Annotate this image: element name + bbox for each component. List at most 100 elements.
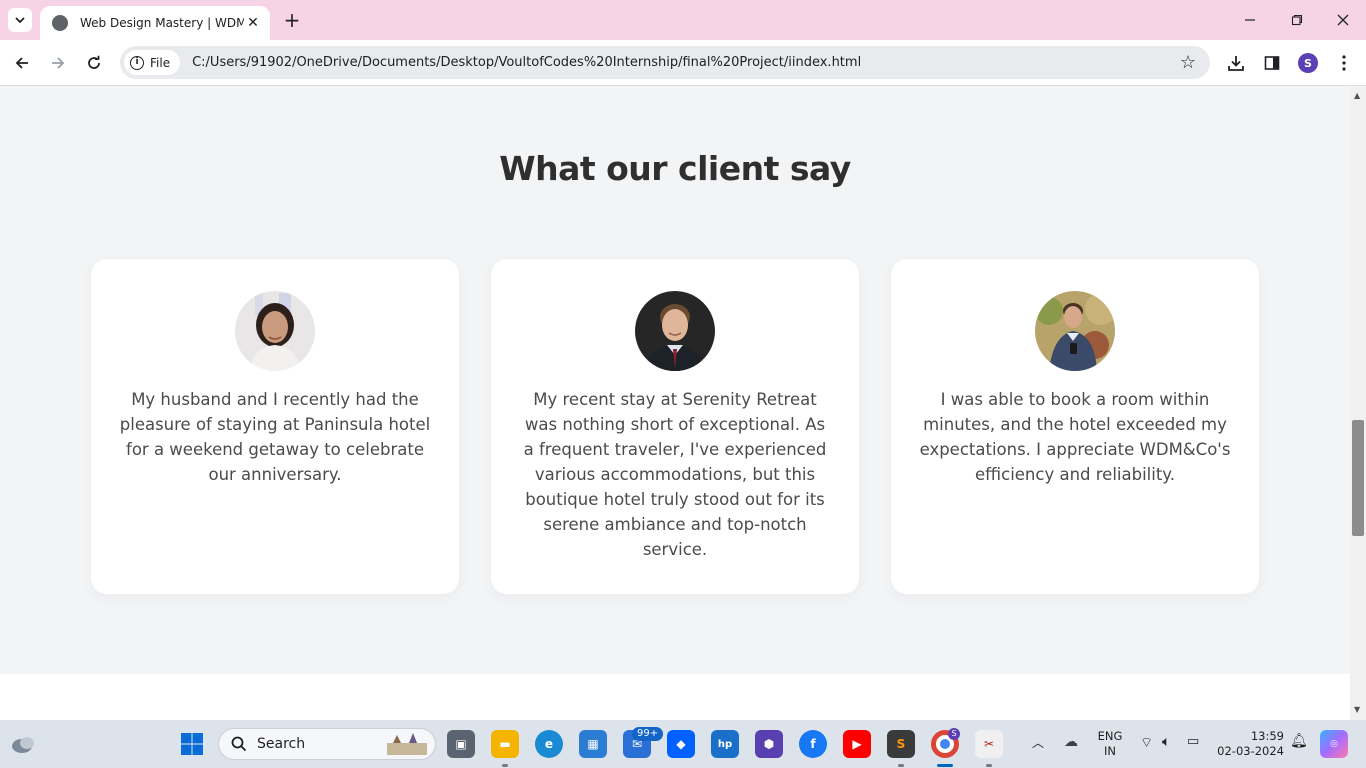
battery-icon[interactable]: ▭ (1187, 734, 1199, 749)
menu-button[interactable] (1332, 51, 1356, 75)
scrollbar-thumb[interactable] (1352, 420, 1364, 536)
browser-tab-active[interactable]: Web Design Mastery | WDM&Co ✕ (40, 6, 270, 40)
testimonial-card: My recent stay at Serenity Retreat was n… (491, 259, 859, 594)
chrome-profile-badge: S (948, 728, 960, 740)
windows-taskbar: Search ▣ ▬ e ▦ ✉ 99+ ◆ hp ⬢ f ▶ S S ✂ ︿ … (0, 720, 1366, 768)
site-info-chip[interactable]: i File (124, 50, 181, 75)
reload-icon (88, 55, 100, 69)
youtube-button[interactable]: ▶ (843, 730, 871, 758)
sublime-icon: S (896, 737, 906, 751)
client-avatar (1035, 291, 1115, 371)
downloads-button[interactable] (1224, 51, 1248, 75)
search-icon (231, 736, 247, 752)
hexagon-icon: ⬢ (763, 737, 775, 751)
browser-toolbar: i File C:/Users/91902/OneDrive/Documents… (0, 40, 1366, 86)
chrome-active-indicator (937, 764, 953, 767)
restore-icon (1291, 14, 1303, 26)
scroll-down-icon[interactable]: ▼ (1354, 705, 1362, 714)
globe-icon (52, 15, 68, 31)
new-tab-button[interactable]: + (282, 8, 302, 32)
back-button[interactable] (10, 51, 34, 75)
facebook-icon: f (810, 737, 816, 751)
clock-time: 13:59 (1250, 729, 1284, 743)
volume-icon[interactable]: 🔈︎ (1162, 734, 1170, 750)
sublime-button[interactable]: S (887, 730, 915, 758)
copilot-button[interactable]: ◎ (1320, 730, 1348, 758)
myhp-button[interactable]: hp (711, 730, 739, 758)
start-button[interactable] (178, 730, 206, 758)
man-portrait-icon (635, 291, 715, 371)
side-panel-icon (1264, 56, 1280, 70)
weather-cloud-icon (12, 737, 34, 753)
lang-line2: IN (1104, 744, 1116, 758)
running-indicator (986, 764, 992, 767)
scroll-up-icon[interactable]: ▲ (1354, 91, 1362, 100)
testimonial-card: My husband and I recently had the pleasu… (91, 259, 459, 594)
restore-button[interactable] (1285, 8, 1309, 32)
woman-portrait-icon (235, 291, 315, 371)
arrow-right-icon (52, 57, 65, 69)
bookmark-star-icon[interactable]: ☆ (1180, 52, 1196, 73)
play-icon: ▶ (852, 737, 862, 751)
tray-overflow-icon[interactable]: ︿ (1032, 734, 1044, 751)
weather-widget[interactable] (9, 730, 37, 758)
file-explorer-button[interactable]: ▬ (491, 730, 519, 758)
page-scrollbar[interactable]: ▲ ▼ (1350, 87, 1366, 720)
site-chip-label: File (150, 55, 171, 70)
onedrive-icon[interactable]: ☁ (1064, 734, 1078, 750)
mail-badge: 99+ (632, 727, 664, 741)
lang-line1: ENG (1097, 729, 1123, 743)
forward-button[interactable] (46, 51, 70, 75)
avatar: S (1298, 53, 1318, 73)
man-phone-portrait-icon (1035, 291, 1115, 371)
browser-tab-bar: Web Design Mastery | WDM&Co ✕ + (0, 0, 1366, 40)
minimize-button[interactable] (1238, 8, 1262, 32)
side-panel-button[interactable] (1260, 51, 1284, 75)
running-indicator (898, 764, 904, 767)
minimize-icon (1245, 19, 1255, 21)
reload-button[interactable] (82, 51, 106, 75)
dropbox-button[interactable]: ◆ (667, 730, 695, 758)
testimonial-card: I was able to book a room within minutes… (891, 259, 1259, 594)
address-bar[interactable]: i File C:/Users/91902/OneDrive/Documents… (120, 46, 1210, 79)
bell-icon[interactable]: 🔔︎ (1290, 733, 1308, 749)
windows-logo-icon (181, 733, 203, 755)
chevron-down-icon (15, 17, 25, 24)
close-tab-icon[interactable]: ✕ (244, 14, 262, 32)
edge-icon: e (544, 737, 554, 751)
client-avatar (235, 291, 315, 371)
copilot-app-button[interactable]: ⬢ (755, 730, 783, 758)
edge-button[interactable]: e (535, 730, 563, 758)
close-window-button[interactable] (1331, 8, 1355, 32)
language-indicator[interactable]: ENG IN (1094, 729, 1126, 759)
taskbar-search[interactable]: Search (218, 728, 436, 760)
copilot-icon: ◎ (1330, 739, 1338, 749)
url-text[interactable]: C:/Users/91902/OneDrive/Documents/Deskto… (192, 55, 861, 70)
search-highlight-icon (387, 733, 427, 755)
clock[interactable]: 13:59 02-03-2024 (1214, 729, 1284, 759)
close-icon (1337, 14, 1349, 26)
task-view-button[interactable]: ▣ (447, 730, 475, 758)
info-icon: i (130, 55, 144, 70)
wifi-icon[interactable]: ⌔ (1140, 734, 1153, 752)
task-view-icon: ▣ (455, 737, 467, 751)
section-title: What our client say (499, 149, 851, 188)
next-section (0, 674, 1350, 720)
store-button[interactable]: ▦ (579, 730, 607, 758)
facebook-button[interactable]: f (799, 730, 827, 758)
download-icon (1228, 56, 1244, 71)
scissors-icon: ✂ (983, 737, 995, 751)
folder-icon: ▬ (499, 737, 511, 751)
testimonial-quote: I was able to book a room within minutes… (919, 390, 1231, 484)
tab-search-button[interactable] (8, 8, 32, 32)
testimonial-quote: My recent stay at Serenity Retreat was n… (523, 390, 827, 559)
taskbar-search-label: Search (257, 736, 306, 752)
clock-date: 02-03-2024 (1217, 744, 1284, 758)
chrome-icon (940, 739, 950, 749)
client-avatar (635, 291, 715, 371)
testimonial-quote: My husband and I recently had the pleasu… (119, 390, 431, 484)
myhp-icon: hp (717, 738, 733, 750)
tab-title: Web Design Mastery | WDM&Co (80, 16, 244, 30)
snipping-tool-button[interactable]: ✂ (975, 730, 1003, 758)
profile-button[interactable]: S (1296, 51, 1320, 75)
